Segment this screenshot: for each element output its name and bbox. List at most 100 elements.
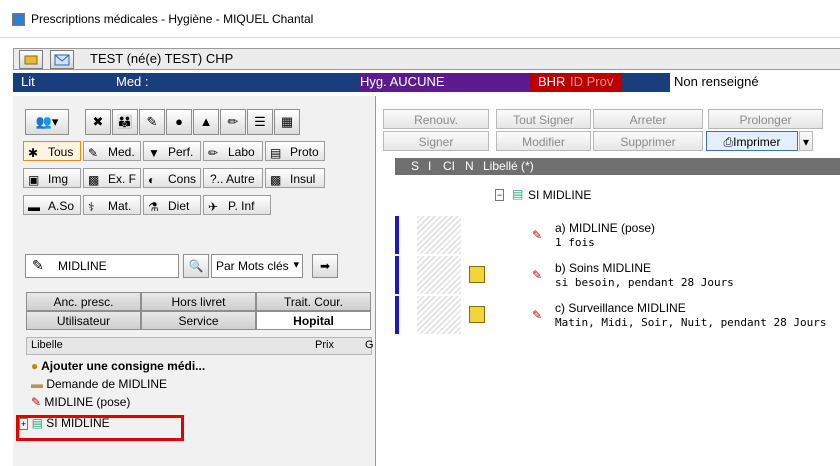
search-mode-select[interactable]: Par Mots clés ▾ [211,254,303,278]
category-cons[interactable]: ◐ Cons [143,168,201,188]
chevron-down-icon[interactable]: ▾ [799,131,813,151]
category-img[interactable]: ▣ Img [23,168,81,188]
tab-service[interactable]: Service [141,311,256,330]
patient-bar: TEST (né(e) TEST) CHP [13,48,840,70]
arreter-button[interactable]: Arreter [593,109,703,129]
hygiene-label: Hyg. AUCUNE [360,74,445,89]
mail-icon[interactable] [50,50,74,69]
cutlery-icon: ⚗ [148,200,159,214]
drug-title: c) Surveillance MIDLINE [555,301,686,315]
tout-signer-label: Tout Signer [513,113,574,127]
category-label: Labo [228,145,255,159]
syringe-icon[interactable]: ✏ [220,109,246,135]
col-n[interactable]: N [465,159,474,173]
document-icon: ▤ [270,146,282,160]
tab-hopital[interactable]: Hopital [256,311,371,330]
signer-button[interactable]: Signer [383,131,489,151]
note-icon[interactable] [469,306,485,323]
category-autre[interactable]: ?.. Autre [203,168,263,188]
category-mat[interactable]: ⚕ Mat. [83,195,141,215]
add-search-icon[interactable]: ➡ [312,254,338,278]
category-exf[interactable]: ▩ Ex. F [83,168,141,188]
category-diet[interactable]: ⚗ Diet [143,195,201,215]
hygiene-field: Hyg. AUCUNE [360,73,530,92]
list-item-label: Ajouter une consigne médi... [41,359,206,373]
idprov-field[interactable]: Non renseigné [670,73,840,92]
tab-hors-livret[interactable]: Hors livret [141,292,256,311]
status-bar [395,296,399,334]
search-field[interactable]: ✎ MIDLINE [25,254,179,278]
drug-title: a) MIDLINE (pose) [555,221,656,235]
g-column[interactable]: G [365,339,374,351]
globe-icon[interactable]: ● [166,109,192,135]
supprimer-button[interactable]: Supprimer [593,131,703,151]
col-libelle[interactable]: Libellé (*) [483,159,534,173]
bhr-field: BHR ID Prov [530,73,622,92]
list-header: Libelle Prix G [26,337,374,355]
col-s[interactable]: S [411,159,419,173]
left-pane: 👥▾ ✖ 👪 ✎ ● ▲ ✏ ☰ ▦ ✱ Tous ✎ Med. ▼ Perf. ✏ L… [13,96,376,466]
drug-sub: Matin, Midi, Soir, Nuit, pendant 28 Jour… [555,316,827,329]
notes-icon[interactable]: ☰ [247,109,273,135]
med-label: Med : [116,74,149,89]
drug-cell: b) Soins MIDLINE si besoin, pendant 28 Jo… [555,261,734,289]
category-label: Img [48,172,69,186]
list-item[interactable]: ▬ Demande de MIDLINE [31,375,167,393]
prolonger-button[interactable]: Prolonger [708,109,823,129]
libelle-column[interactable]: Libelle [31,339,63,351]
syringe-icon: ✎ [32,257,44,273]
warning-icon[interactable]: ▲ [193,109,219,135]
patient-name: TEST (né(e) TEST) CHP [90,51,234,66]
prescription-window: Prescriptions médicales - Hygiène - MIQU… [0,0,840,466]
imprimer-button[interactable]: ⎙Imprimer [706,131,798,151]
list-item[interactable]: ✎ MIDLINE (pose) [31,393,130,411]
renouv-button[interactable]: Renouv. [383,109,489,129]
category-labo[interactable]: ✏ Labo [203,141,263,161]
tab-utilisateur[interactable]: Utilisateur [26,311,141,330]
category-proto[interactable]: ▤ Proto [265,141,325,161]
bandage-icon: ▬ [28,200,40,214]
category-tous[interactable]: ✱ Tous [23,141,81,161]
category-perf[interactable]: ▼ Perf. [143,141,201,161]
prescription-row[interactable]: ✎ c) Surveillance MIDLINE Matin, Midi, So… [395,296,840,334]
note-icon[interactable] [469,266,485,283]
modifier-label: Modifier [522,135,565,149]
category-med[interactable]: ✎ Med. [83,141,141,161]
category-label: A.So [48,199,75,213]
idprov-value: Non renseigné [674,74,759,89]
syringe-icon: ✎ [532,228,543,242]
list-item[interactable]: ● Ajouter une consigne médi... [31,357,205,375]
modifier-button[interactable]: Modifier [496,131,591,151]
group-row[interactable]: − ▤ SI MIDLINE [395,180,840,210]
search-icon[interactable]: 🔍 [183,254,209,278]
people-dropdown-icon[interactable]: 👥▾ [25,109,69,135]
bandage-icon: ▬ [31,377,43,391]
col-ci[interactable]: CI [443,159,455,173]
insulin-icon: ▩ [270,173,282,187]
lit-label: Lit [21,74,35,89]
collapse-icon[interactable]: − [495,189,505,201]
tab-trait-cour[interactable]: Trait. Cour. [256,292,371,311]
category-insul[interactable]: ▩ Insul [265,168,325,188]
category-label: Diet [168,199,190,213]
warning-icon: ● [31,359,39,373]
group-icon[interactable]: 👪 [112,109,138,135]
highlight-box [16,415,184,441]
category-label: P. Inf [228,199,255,213]
category-aso[interactable]: ▬ A.So [23,195,81,215]
prix-column[interactable]: Prix [315,339,334,351]
grid-icon[interactable]: ▦ [274,109,300,135]
protocol-icon: ▤ [512,187,524,201]
category-label: Cons [168,172,197,186]
search-mode-value: Par Mots clés [216,259,289,273]
pen-icon[interactable]: ✎ [139,109,165,135]
tab-anc-presc[interactable]: Anc. presc. [26,292,141,311]
folder-icon[interactable] [19,50,43,69]
tout-signer-button[interactable]: Tout Signer [496,109,591,129]
prescription-row[interactable]: ✎ a) MIDLINE (pose) 1 fois [395,216,840,254]
category-pinf[interactable]: ✈ P. Inf [203,195,271,215]
cross-icon[interactable]: ✖ [85,109,111,135]
col-i[interactable]: I [428,159,431,173]
prescription-row[interactable]: ✎ b) Soins MIDLINE si besoin, pendant 28 … [395,256,840,294]
material-icon: ⚕ [88,200,95,214]
